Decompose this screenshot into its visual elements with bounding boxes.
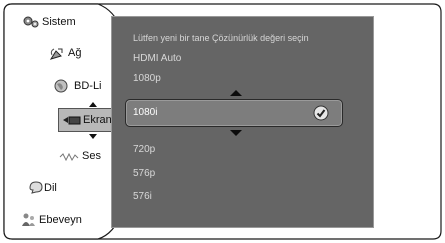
menu-item-sistem[interactable]: Sistem: [42, 16, 76, 28]
menu-up-arrow-icon: [89, 102, 97, 107]
family-icon: [22, 213, 35, 226]
display-icon: [63, 116, 81, 125]
menu-item-dil[interactable]: Dil: [44, 182, 57, 194]
menu-down-arrow-icon: [89, 134, 97, 139]
option-1080p[interactable]: 1080p: [133, 73, 161, 84]
option-hdmi-auto[interactable]: HDMI Auto: [133, 53, 181, 64]
option-1080i[interactable]: 1080i: [133, 107, 157, 118]
globe-icon: [54, 79, 68, 93]
option-576i[interactable]: 576i: [133, 191, 152, 202]
settings-screen: Sistem Ağ BD-Li Ekran Ses Dil Ebeveyn Lü…: [0, 0, 445, 243]
menu-item-ses[interactable]: Ses: [82, 150, 101, 162]
scroll-down-arrow-icon: [230, 130, 242, 136]
menu-item-ekran[interactable]: Ekran: [83, 114, 112, 126]
selected-option-bar[interactable]: [125, 99, 343, 127]
satellite-dish-icon: [49, 48, 63, 60]
gears-icon: [23, 16, 39, 28]
scroll-up-arrow-icon: [230, 90, 242, 96]
menu-item-ebeveyn[interactable]: Ebeveyn: [39, 214, 82, 226]
menu-item-ag[interactable]: Ağ: [68, 47, 81, 59]
language-icon: [29, 181, 43, 194]
option-576p[interactable]: 576p: [133, 168, 155, 179]
dialog-prompt: Lütfen yeni bir tane Çözünürlük değeri s…: [133, 33, 309, 43]
option-720p[interactable]: 720p: [133, 144, 155, 155]
menu-item-bdlive[interactable]: BD-Li: [74, 80, 102, 92]
speaker-icon: [59, 152, 79, 162]
check-icon: [313, 105, 329, 121]
